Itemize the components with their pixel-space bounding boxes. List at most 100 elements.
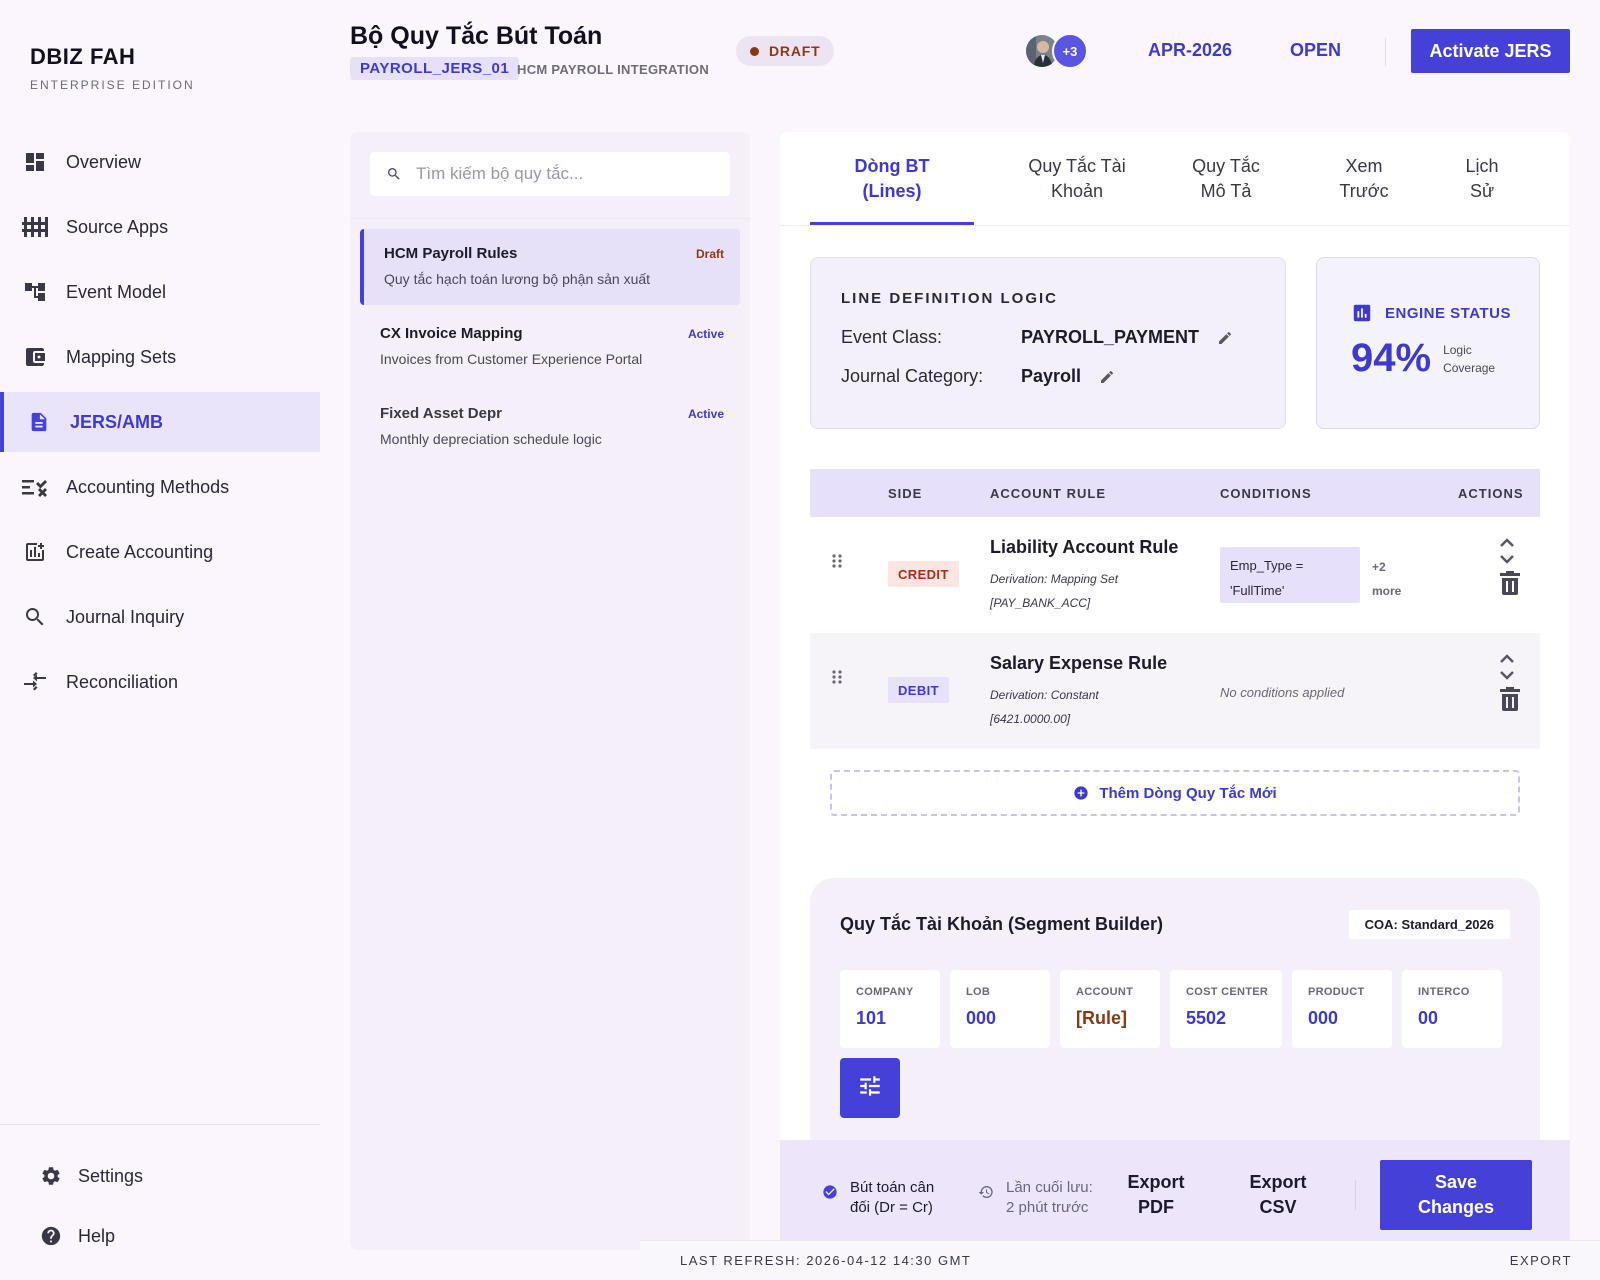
derivation-text: Derivation: Constant [6421.0000.00]	[990, 683, 1200, 731]
nav-label: Event Model	[66, 281, 167, 302]
help-icon	[38, 1223, 64, 1249]
add-circle-icon	[1073, 785, 1089, 801]
tab-label: Dòng BT	[854, 156, 930, 176]
export-pdf-button[interactable]: Export PDF	[1120, 1170, 1192, 1220]
tab-lines[interactable]: Dòng BT (Lines)	[810, 154, 974, 204]
journal-category-label: Journal Category:	[841, 366, 984, 386]
segment-product[interactable]: PRODUCT 000	[1292, 970, 1392, 1048]
balance-line: Bút toán cân	[850, 1179, 935, 1196]
logic-heading: LINE DEFINITION LOGIC	[841, 290, 1058, 307]
nav-item-source-apps[interactable]: Source Apps	[0, 197, 320, 257]
coverage-label-line: Coverage	[1443, 360, 1496, 375]
segment-lob[interactable]: LOB 000	[950, 970, 1050, 1048]
rule-set-item[interactable]: CX Invoice Mapping Invoices from Custome…	[360, 309, 740, 385]
rule-set-description: Quy tắc hạch toán lương bộ phận sản xuất	[384, 271, 651, 287]
nav-item-create-accounting[interactable]: Create Accounting	[0, 522, 320, 582]
more-collaborators-badge[interactable]: +3	[1052, 33, 1088, 69]
rule-set-item[interactable]: HCM Payroll Rules Quy tắc hạch toán lươn…	[360, 229, 740, 305]
reorder-icon[interactable]	[1498, 653, 1516, 681]
lines-table-header: SIDE ACCOUNT RULE CONDITIONS ACTIONS	[810, 469, 1540, 517]
column-header-side: SIDE	[888, 486, 923, 501]
activate-jers-button[interactable]: Activate JERS	[1411, 29, 1570, 73]
tab-history[interactable]: Lịch Sử	[1442, 154, 1522, 204]
rule-set-status: Draft	[695, 247, 724, 261]
tab-description-rules[interactable]: Quy Tắc Mô Tả	[1176, 154, 1276, 204]
more-conditions-line: more	[1372, 584, 1402, 598]
nav-item-mapping-sets[interactable]: Mapping Sets	[0, 327, 320, 387]
segment-cost-center[interactable]: COST CENTER 5502	[1170, 970, 1282, 1048]
rule-set-item[interactable]: Fixed Asset Depr Monthly depreciation sc…	[360, 389, 740, 465]
list-divider	[350, 218, 750, 219]
segment-account[interactable]: ACCOUNT [Rule]	[1060, 970, 1160, 1048]
tab-account-rules[interactable]: Quy Tắc Tài Khoản	[1002, 154, 1152, 204]
export-csv-button[interactable]: Export CSV	[1242, 1170, 1314, 1220]
event-class-row: Event Class: PAYROLL_PAYMENT	[841, 327, 1255, 348]
engine-status-card: ENGINE STATUS 94% Logic Coverage	[1316, 257, 1540, 429]
last-saved-line: 2 phút trước	[1006, 1199, 1089, 1216]
nav-item-help[interactable]: Help	[38, 1218, 143, 1254]
condition-chip[interactable]: Emp_Type = 'FullTime'	[1220, 547, 1360, 603]
sidebar: DBIZ FAH ENTERPRISE EDITION Overview Sou…	[0, 0, 320, 1280]
nav-label: Reconciliation	[66, 671, 179, 692]
tune-button[interactable]	[840, 1058, 900, 1118]
export-csv-line: Export	[1249, 1172, 1307, 1192]
nav-label: Source Apps	[66, 216, 169, 237]
nav-item-settings[interactable]: Settings	[38, 1158, 143, 1194]
nav-item-reconciliation[interactable]: Reconciliation	[0, 652, 320, 712]
no-conditions-text: No conditions applied	[1220, 685, 1345, 700]
add-line-label: Thêm Dòng Quy Tắc Mới	[1099, 784, 1277, 802]
wallet-icon	[22, 344, 48, 370]
add-line-button[interactable]: Thêm Dòng Quy Tắc Mới	[830, 770, 1520, 816]
status-strip: LAST REFRESH: 2026-04-12 14:30 GMT EXPOR…	[640, 1240, 1600, 1280]
tab-label: Khoản	[1050, 181, 1104, 201]
export-csv-line: CSV	[1259, 1197, 1297, 1217]
delete-icon[interactable]	[1500, 687, 1520, 711]
account-tree-icon	[22, 279, 48, 305]
save-changes-button[interactable]: Save Changes	[1380, 1160, 1532, 1230]
more-conditions-link[interactable]: +2 more	[1372, 555, 1401, 603]
segment-value: 000	[1308, 1008, 1339, 1028]
period-selector[interactable]: APR-2026	[1148, 40, 1232, 61]
search-field[interactable]	[370, 152, 730, 196]
nav-item-event-model[interactable]: Event Model	[0, 262, 320, 322]
derivation-line: Derivation: Mapping Set	[990, 572, 1119, 586]
tab-label: Lịch	[1465, 156, 1499, 176]
rule-set-title: Fixed Asset Depr	[380, 405, 502, 422]
status-badge: DRAFT	[736, 36, 835, 66]
tab-label: Trước	[1339, 181, 1389, 201]
nav-label: Overview	[66, 151, 142, 172]
tab-preview[interactable]: Xem Trước	[1314, 154, 1414, 204]
segment-interco[interactable]: INTERCO 00	[1402, 970, 1502, 1048]
rule-set-list-panel: HCM Payroll Rules Quy tắc hạch toán lươn…	[350, 132, 750, 1250]
brand-edition: ENTERPRISE EDITION	[30, 78, 195, 92]
nav-item-overview[interactable]: Overview	[0, 132, 320, 192]
segment-company[interactable]: COMPANY 101	[840, 970, 940, 1048]
nav-item-journal-inquiry[interactable]: Journal Inquiry	[0, 587, 320, 647]
journal-category-value: Payroll	[1021, 366, 1082, 386]
tab-label: Mô Tả	[1200, 181, 1252, 201]
rule-icon	[22, 474, 48, 500]
search-input[interactable]	[416, 164, 706, 184]
nav-item-accounting-methods[interactable]: Accounting Methods	[0, 457, 320, 517]
export-link[interactable]: EXPORT	[1510, 1253, 1572, 1268]
table-row: CREDIT Liability Account Rule Derivation…	[810, 517, 1540, 633]
period-status: OPEN	[1290, 40, 1342, 60]
reorder-icon[interactable]	[1498, 537, 1516, 565]
account-rule-name: Liability Account Rule	[990, 537, 1179, 557]
delete-icon[interactable]	[1500, 571, 1520, 595]
integration-label: HCM PAYROLL INTEGRATION	[517, 62, 710, 77]
nav-item-jers-amb[interactable]: JERS/AMB	[0, 392, 320, 452]
brand-name: DBIZ FAH	[30, 44, 136, 69]
nav-label: Accounting Methods	[66, 476, 230, 497]
edit-icon[interactable]	[1217, 330, 1233, 346]
rule-set-title: CX Invoice Mapping	[380, 325, 523, 342]
edit-icon[interactable]	[1099, 369, 1115, 385]
column-header-conditions: CONDITIONS	[1220, 486, 1312, 501]
check-circle-icon	[822, 1184, 838, 1200]
tab-label: Xem	[1345, 156, 1383, 176]
drag-handle-icon[interactable]	[832, 553, 842, 569]
collaborators[interactable]: +3	[1024, 33, 1088, 69]
tab-bar: Dòng BT (Lines) Quy Tắc Tài Khoản Quy Tắ…	[810, 132, 1540, 226]
condition-line: 'FullTime'	[1230, 583, 1285, 598]
drag-handle-icon[interactable]	[832, 669, 842, 685]
